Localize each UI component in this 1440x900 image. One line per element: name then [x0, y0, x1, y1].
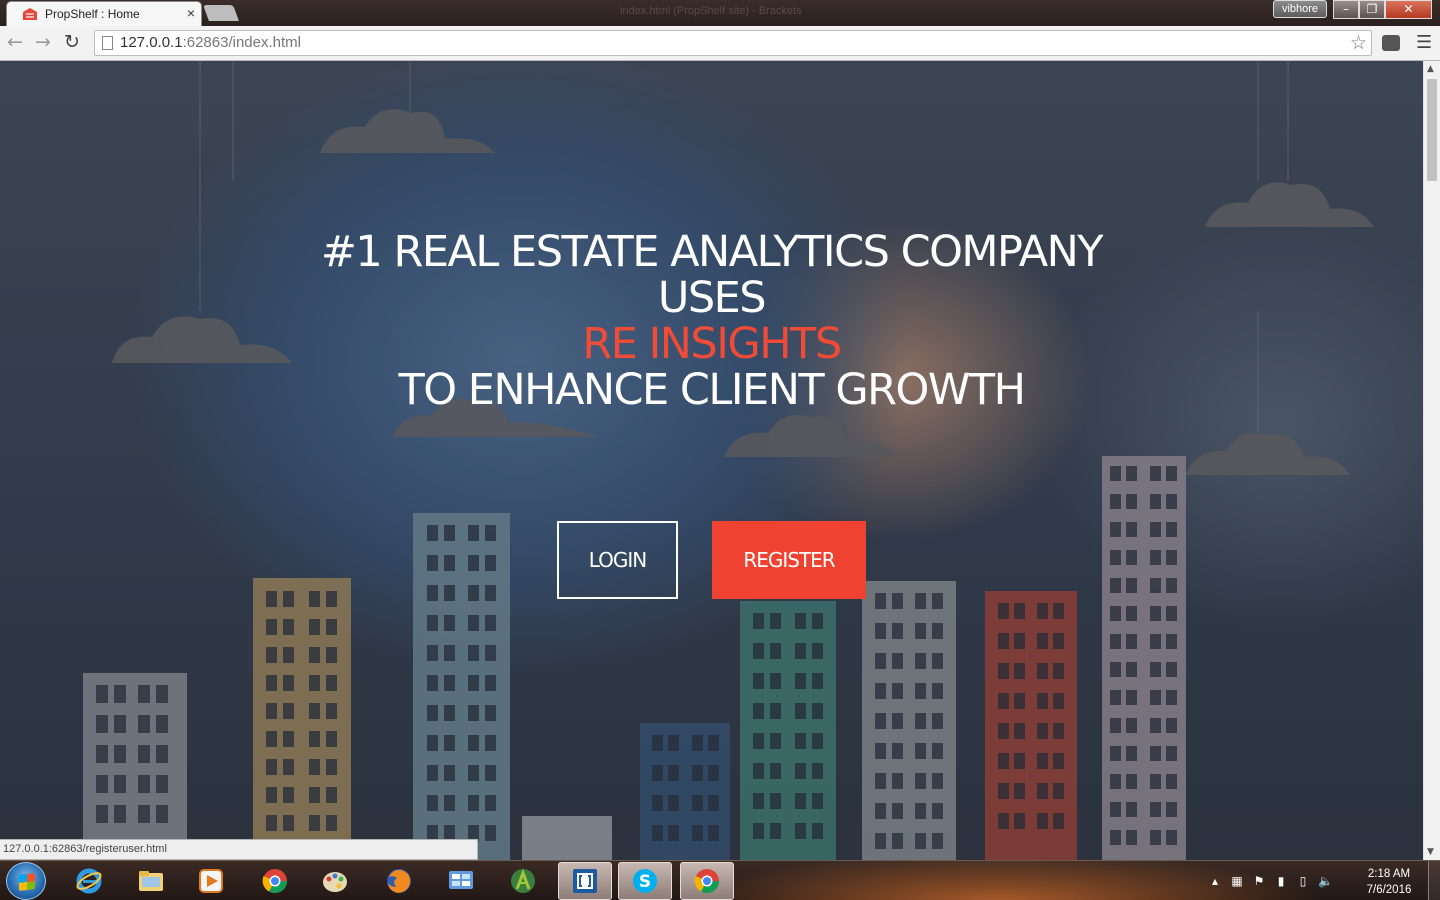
- start-button[interactable]: [6, 862, 46, 900]
- minimize-button[interactable]: –: [1333, 0, 1359, 19]
- taskbar-brackets[interactable]: [558, 862, 612, 900]
- taskbar-skype[interactable]: S: [618, 862, 672, 900]
- system-tray: ▴ ▦ ⚑ ▮ ▯ 🔈: [1208, 862, 1333, 900]
- windows-taskbar: S ▴ ▦ ⚑ ▮ ▯ 🔈 2:18 AM 7/6/2016: [0, 860, 1440, 900]
- scroll-down-icon[interactable]: ▼: [1427, 847, 1434, 857]
- tab-title: PropShelf : Home: [45, 7, 140, 21]
- svg-text:S: S: [639, 872, 651, 892]
- maximize-button[interactable]: ❐: [1359, 0, 1385, 19]
- reload-icon[interactable]: ↻: [64, 32, 80, 52]
- profile-badge[interactable]: vibhore: [1273, 0, 1327, 18]
- skype-icon: S: [633, 869, 657, 893]
- close-window-button[interactable]: ✕: [1385, 0, 1432, 19]
- window-title: index.html (PropShelf site) - Brackets: [620, 5, 802, 17]
- volume-icon[interactable]: 🔈: [1318, 874, 1333, 888]
- taskbar-explorer[interactable]: [124, 862, 178, 900]
- taskbar-paint[interactable]: [308, 862, 362, 900]
- network-signal-icon[interactable]: ▮: [1274, 874, 1288, 888]
- scroll-thumb[interactable]: [1427, 79, 1437, 181]
- taskbar-clock[interactable]: 2:18 AM 7/6/2016: [1358, 866, 1420, 898]
- tab-propshelf-home[interactable]: PropShelf : Home ×: [6, 1, 202, 26]
- hero-section: #1 REAL ESTATE ANALYTICS COMPANY USES RE…: [0, 61, 1423, 860]
- firefox-icon: [387, 869, 411, 893]
- taskbar-ie[interactable]: [62, 862, 116, 900]
- window-controls: – ❐ ✕: [1333, 0, 1432, 19]
- taskbar-media-player[interactable]: [184, 862, 238, 900]
- brackets-icon: [573, 869, 597, 893]
- clock-date: 7/6/2016: [1366, 884, 1412, 896]
- browser-title-bar: PropShelf : Home × index.html (PropShelf…: [0, 0, 1440, 26]
- register-button[interactable]: REGISTER: [712, 521, 866, 599]
- action-center-flag-icon[interactable]: ⚑: [1252, 874, 1266, 888]
- hero-overlay: [0, 61, 1423, 860]
- battery-icon[interactable]: ▯: [1296, 874, 1310, 888]
- show-desktop-button[interactable]: [1428, 861, 1440, 900]
- show-hidden-icons-icon[interactable]: ▴: [1208, 874, 1222, 888]
- back-arrow-icon[interactable]: ←: [7, 32, 23, 52]
- new-tab-button[interactable]: [203, 5, 239, 21]
- folder-icon: [139, 871, 163, 891]
- scroll-up-icon[interactable]: ▲: [1427, 64, 1434, 74]
- hero-headline: #1 REAL ESTATE ANALYTICS COMPANY USES RE…: [0, 229, 1423, 413]
- link-status-bar: 127.0.0.1:62863/registeruser.html: [0, 839, 478, 860]
- taskbar-chrome-active[interactable]: [680, 862, 734, 900]
- extension-icon[interactable]: [1382, 35, 1400, 51]
- headline-accent: RE INSIGHTS: [582, 319, 842, 369]
- paint-icon: [323, 872, 347, 892]
- tab-close-icon[interactable]: ×: [187, 5, 195, 21]
- url-path: :62863/index.html: [182, 34, 301, 51]
- ie-icon: [76, 868, 102, 894]
- headline-line-1: #1 REAL ESTATE ANALYTICS COMPANY: [320, 227, 1104, 277]
- headline-line-4: TO ENHANCE CLIENT GROWTH: [398, 365, 1027, 415]
- android-icon: [511, 868, 535, 893]
- address-bar[interactable]: 127.0.0.1:62863/index.html ☆: [94, 30, 1372, 56]
- taskbar-android-studio[interactable]: [496, 862, 550, 900]
- propshelf-favicon-icon: [23, 8, 37, 20]
- bookmark-star-icon[interactable]: ☆: [1350, 32, 1367, 54]
- windows-logo-icon: [19, 873, 35, 891]
- login-button[interactable]: LOGIN: [557, 521, 678, 599]
- chrome-menu-icon[interactable]: ☰: [1416, 32, 1432, 53]
- taskbar-firefox[interactable]: [372, 862, 426, 900]
- browser-toolbar: ← → ↻ 127.0.0.1:62863/index.html ☆ ☰: [0, 26, 1440, 61]
- headline-line-2: USES: [657, 273, 767, 323]
- page-icon: [102, 36, 113, 50]
- media-icon: [199, 869, 223, 893]
- url-text[interactable]: 127.0.0.1:62863/index.html: [120, 34, 301, 51]
- clock-time: 2:18 AM: [1367, 868, 1411, 880]
- chrome-icon: [262, 869, 287, 894]
- chrome-icon: [694, 869, 719, 894]
- forward-arrow-icon[interactable]: →: [35, 32, 51, 52]
- page-scrollbar[interactable]: ▲ ▼: [1423, 61, 1440, 860]
- control-panel-icon: [449, 871, 473, 889]
- url-host: 127.0.0.1: [120, 34, 183, 51]
- taskbar-chrome[interactable]: [248, 862, 302, 900]
- windows-update-icon[interactable]: ▦: [1230, 874, 1244, 888]
- taskbar-control-panel[interactable]: [434, 862, 488, 900]
